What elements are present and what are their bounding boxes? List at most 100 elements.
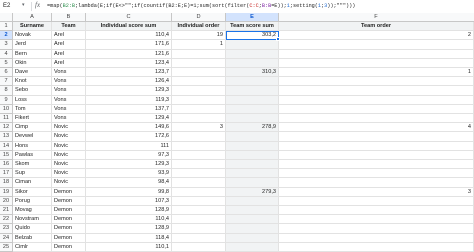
cell-e3[interactable] — [226, 40, 279, 50]
cell-e19[interactable]: 279,3 — [226, 187, 279, 197]
cell-d18[interactable] — [172, 178, 226, 188]
row-header-2[interactable]: 2 — [0, 31, 13, 41]
row-header-11[interactable]: 11 — [0, 114, 13, 124]
cell-a3[interactable]: Jerd — [13, 40, 52, 50]
cell-b20[interactable]: Demon — [52, 196, 86, 206]
cell-d14[interactable] — [172, 141, 226, 151]
cell-d2[interactable]: 19 — [172, 31, 226, 41]
cell-f20[interactable] — [279, 196, 474, 206]
cell-a23[interactable]: Quido — [13, 224, 52, 234]
cell-c20[interactable]: 107,3 — [86, 196, 172, 206]
cell-f4[interactable] — [279, 49, 474, 59]
cell-a9[interactable]: Loss — [13, 95, 52, 105]
cell-b7[interactable]: Vons — [52, 77, 86, 87]
row-header-12[interactable]: 12 — [0, 123, 13, 133]
cell-a10[interactable]: Tom — [13, 104, 52, 114]
cell-e10[interactable] — [226, 104, 279, 114]
cell-b14[interactable]: Novic — [52, 141, 86, 151]
cell-f8[interactable] — [279, 86, 474, 96]
cell-f22[interactable] — [279, 215, 474, 225]
cell-d15[interactable] — [172, 150, 226, 160]
cell-e24[interactable] — [226, 233, 279, 243]
cell-c2[interactable]: 110,4 — [86, 31, 172, 41]
cell-e16[interactable] — [226, 160, 279, 170]
cell-f11[interactable] — [279, 114, 474, 124]
cell-a20[interactable]: Porug — [13, 196, 52, 206]
cell-d16[interactable] — [172, 160, 226, 170]
cell-d11[interactable] — [172, 114, 226, 124]
cell-e1[interactable]: Team score sum — [226, 22, 279, 32]
cell-a8[interactable]: Sebo — [13, 86, 52, 96]
cell-f7[interactable] — [279, 77, 474, 87]
cell-a15[interactable]: Pawlas — [13, 150, 52, 160]
column-header-f[interactable]: F — [279, 13, 474, 22]
cell-d23[interactable] — [172, 224, 226, 234]
cell-a12[interactable]: Cimp — [13, 123, 52, 133]
cell-f23[interactable] — [279, 224, 474, 234]
cell-a6[interactable]: Dave — [13, 68, 52, 78]
cell-d6[interactable] — [172, 68, 226, 78]
row-header-25[interactable]: 25 — [0, 242, 13, 252]
row-header-22[interactable]: 22 — [0, 215, 13, 225]
cell-e17[interactable] — [226, 169, 279, 179]
cell-f12[interactable]: 4 — [279, 123, 474, 133]
cell-b11[interactable]: Vons — [52, 114, 86, 124]
cell-c1[interactable]: Individual score sum — [86, 22, 172, 32]
column-header-e[interactable]: E — [226, 13, 279, 22]
cell-d12[interactable]: 3 — [172, 123, 226, 133]
cell-a13[interactable]: Devwel — [13, 132, 52, 142]
row-header-20[interactable]: 20 — [0, 196, 13, 206]
cell-b15[interactable]: Novic — [52, 150, 86, 160]
row-header-10[interactable]: 10 — [0, 104, 13, 114]
cell-e14[interactable] — [226, 141, 279, 151]
column-header-d[interactable]: D — [172, 13, 226, 22]
cell-a25[interactable]: Cimlr — [13, 242, 52, 252]
cell-e2[interactable]: 303,2 — [226, 31, 279, 41]
cell-a4[interactable]: Bern — [13, 49, 52, 59]
cell-c24[interactable]: 118,4 — [86, 233, 172, 243]
cell-f10[interactable] — [279, 104, 474, 114]
row-header-16[interactable]: 16 — [0, 160, 13, 170]
cell-f16[interactable] — [279, 160, 474, 170]
cell-b1[interactable]: Team — [52, 22, 86, 32]
cell-f5[interactable] — [279, 58, 474, 68]
cell-b6[interactable]: Vons — [52, 68, 86, 78]
cell-f9[interactable] — [279, 95, 474, 105]
cell-b8[interactable]: Vons — [52, 86, 86, 96]
cell-a7[interactable]: Knot — [13, 77, 52, 87]
cell-b18[interactable]: Novic — [52, 178, 86, 188]
row-header-7[interactable]: 7 — [0, 77, 13, 87]
column-header-c[interactable]: C — [86, 13, 172, 22]
cell-d10[interactable] — [172, 104, 226, 114]
cell-d13[interactable] — [172, 132, 226, 142]
row-header-23[interactable]: 23 — [0, 224, 13, 234]
cell-f3[interactable] — [279, 40, 474, 50]
cell-e21[interactable] — [226, 206, 279, 216]
row-header-4[interactable]: 4 — [0, 49, 13, 59]
cell-c11[interactable]: 129,4 — [86, 114, 172, 124]
cell-c7[interactable]: 126,4 — [86, 77, 172, 87]
cell-b13[interactable]: Novic — [52, 132, 86, 142]
cell-a22[interactable]: Novstram — [13, 215, 52, 225]
row-header-9[interactable]: 9 — [0, 95, 13, 105]
cell-e25[interactable] — [226, 242, 279, 252]
cell-a14[interactable]: Hons — [13, 141, 52, 151]
cell-e23[interactable] — [226, 224, 279, 234]
cell-a21[interactable]: Movag — [13, 206, 52, 216]
cell-c21[interactable]: 128,9 — [86, 206, 172, 216]
row-header-6[interactable]: 6 — [0, 68, 13, 78]
cell-d17[interactable] — [172, 169, 226, 179]
cell-b3[interactable]: Arel — [52, 40, 86, 50]
cell-f15[interactable] — [279, 150, 474, 160]
cell-e8[interactable] — [226, 86, 279, 96]
row-header-14[interactable]: 14 — [0, 141, 13, 151]
cell-c19[interactable]: 99,8 — [86, 187, 172, 197]
cell-f1[interactable]: Team order — [279, 22, 474, 32]
cell-d4[interactable] — [172, 49, 226, 59]
cell-f24[interactable] — [279, 233, 474, 243]
cell-f17[interactable] — [279, 169, 474, 179]
cell-b21[interactable]: Demon — [52, 206, 86, 216]
column-header-a[interactable]: A — [13, 13, 52, 22]
row-header-13[interactable]: 13 — [0, 132, 13, 142]
cell-c17[interactable]: 93,9 — [86, 169, 172, 179]
